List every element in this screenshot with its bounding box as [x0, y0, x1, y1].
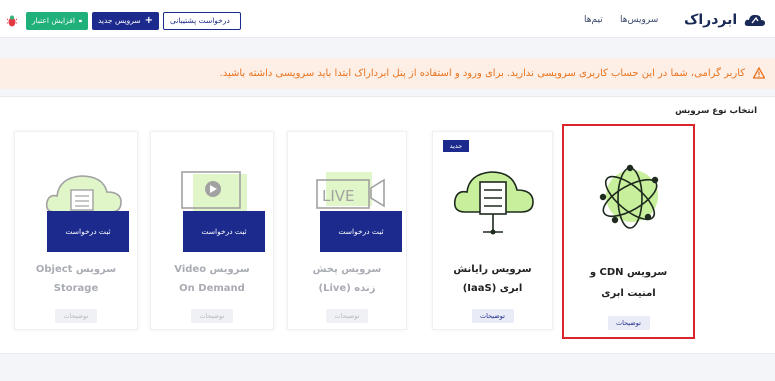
details-button: توضیحات: [326, 309, 368, 323]
bug-report-icon[interactable]: [7, 15, 17, 27]
increase-credit-button[interactable]: افزایش اعتبار: [26, 12, 88, 30]
service-card-cdn[interactable]: سرویس CDN و امنیت ابری توضیحات: [562, 124, 695, 339]
plus-icon: +: [144, 15, 154, 26]
warning-icon: [753, 67, 765, 79]
cloud-server-icon: [453, 171, 534, 235]
cloud-logo-icon: [744, 14, 765, 26]
card-title-line1: سرویس Video: [174, 264, 250, 275]
card-title-line1: سرویس رایانش: [453, 264, 532, 275]
service-card-vod: ثبت درخواست سرویس Video On Demand توضیحا…: [150, 131, 274, 330]
card-title-line2: Storage: [53, 283, 99, 294]
details-button: توضیحات: [55, 309, 97, 323]
service-card-iaas[interactable]: جدید سرویس رایانش ابری (IaaS) توضیحات: [432, 131, 553, 330]
card-title-line1: سرویس Object: [35, 264, 117, 275]
details-button[interactable]: توضیحات: [607, 316, 650, 330]
details-button: توضیحات: [191, 309, 233, 323]
register-request-button[interactable]: ثبت درخواست: [320, 211, 402, 252]
atom-network-icon: [599, 164, 659, 229]
live-camera-icon: LIVE: [316, 172, 385, 209]
service-card-object-storage: ثبت درخواست سرویس Object Storage توضیحات: [14, 131, 138, 330]
card-title-line1: سرویس CDN و: [589, 267, 668, 278]
panel-title: انتخاب نوع سرویس: [675, 106, 757, 116]
card-title-line2: امنیت ابری: [601, 288, 656, 299]
alert-message: کاربر گرامی، شما در این حساب کاربری سروی…: [219, 68, 745, 79]
card-title-line2: ابری (IaaS): [462, 283, 523, 294]
video-player-icon: [181, 171, 247, 212]
increase-credit-label: افزایش اعتبار: [32, 16, 75, 25]
top-header: ابردراک سرویس‌ها تیم‌ها درخواست پشتیبانی…: [0, 0, 775, 38]
card-title-line2: On Demand: [179, 283, 245, 294]
support-request-button[interactable]: درخواست پشتیبانی: [163, 12, 241, 30]
new-service-button[interactable]: سرویس جدید +: [92, 12, 159, 30]
register-request-button[interactable]: ثبت درخواست: [47, 211, 129, 252]
nav-services[interactable]: سرویس‌ها: [620, 14, 658, 26]
nav-teams[interactable]: تیم‌ها: [584, 14, 603, 26]
card-title-line1: سرویس پخش: [312, 264, 382, 275]
new-badge: جدید: [443, 140, 469, 152]
no-service-alert: کاربر گرامی، شما در این حساب کاربری سروی…: [0, 58, 775, 89]
wallet-icon: [78, 19, 82, 23]
brand-logo[interactable]: ابردراک: [684, 10, 765, 30]
new-service-label: سرویس جدید: [97, 16, 141, 25]
service-card-live: LIVE ثبت درخواست سرویس پخش زنده (Live) ت…: [287, 131, 407, 330]
cloud-storage-icon: [45, 175, 122, 213]
brand-logo-text: ابردراک: [684, 12, 738, 28]
details-button[interactable]: توضیحات: [471, 309, 514, 323]
live-art-text: LIVE: [322, 187, 355, 205]
support-label: درخواست پشتیبانی: [170, 16, 230, 25]
register-request-button[interactable]: ثبت درخواست: [183, 211, 265, 252]
card-title-line2: زنده (Live): [318, 283, 376, 294]
